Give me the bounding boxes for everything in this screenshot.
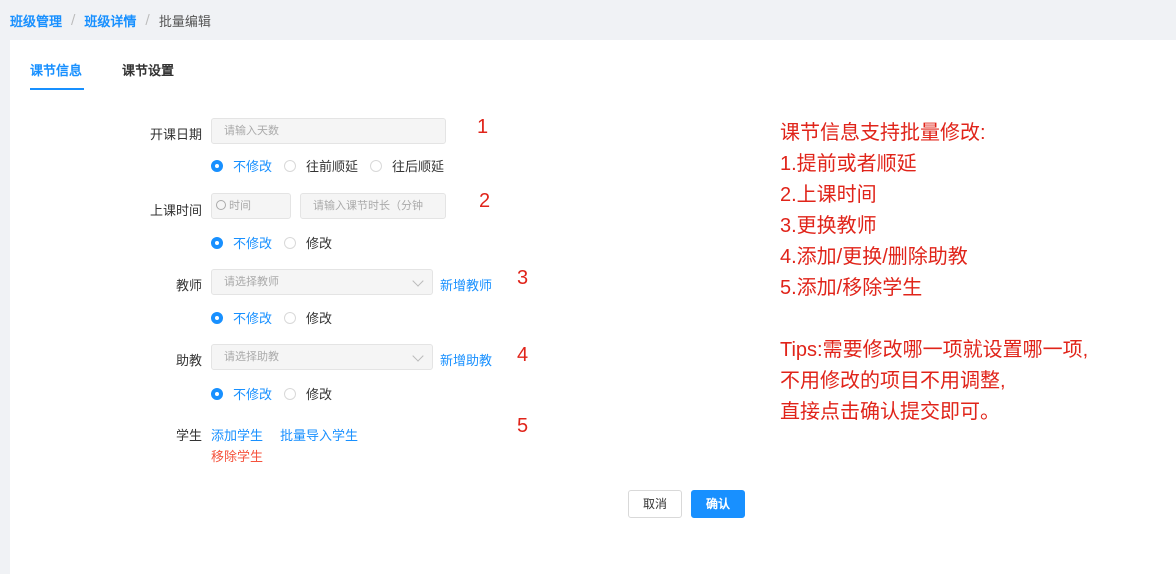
breadcrumb-separator: / xyxy=(145,12,150,28)
note-spacer xyxy=(780,304,1170,335)
annotation-4: 4 xyxy=(517,344,529,366)
breadcrumb-separator: / xyxy=(71,12,76,28)
radio-label-no-change[interactable]: 不修改 xyxy=(233,233,272,252)
note-line: 不用修改的项目不用调整, xyxy=(780,370,1006,392)
tab-lesson-settings[interactable]: 课节设置 xyxy=(122,60,174,79)
radio-no-change[interactable] xyxy=(211,159,223,172)
radio-no-change[interactable] xyxy=(211,311,223,324)
active-tab-indicator xyxy=(30,88,84,90)
clock-icon xyxy=(216,200,226,210)
radio-modify[interactable] xyxy=(284,311,297,324)
radio-label-no-change[interactable]: 不修改 xyxy=(233,308,272,327)
radio-label-no-change[interactable]: 不修改 xyxy=(233,156,272,175)
radio-label-backward[interactable]: 往后顺延 xyxy=(392,156,444,175)
class-time-label: 上课时间 xyxy=(149,204,202,219)
teacher-placeholder: 请选择教师 xyxy=(224,275,279,288)
assistant-placeholder: 请选择助教 xyxy=(224,350,279,363)
note-line: 4.添加/更换/删除助教 xyxy=(780,246,968,268)
note-line: 5.添加/移除学生 xyxy=(780,277,923,299)
annotation-note: 课节信息支持批量修改: 1.提前或者顺延 2.上课时间 3.更换教师 4.添加/… xyxy=(780,118,1170,428)
annotation-5: 5 xyxy=(517,415,529,437)
assistant-select[interactable]: 请选择助教 xyxy=(211,344,433,370)
note-line: 直接点击确认提交即可。 xyxy=(780,401,1000,423)
teacher-label: 教师 xyxy=(175,279,202,294)
remove-student-link[interactable]: 移除学生 xyxy=(211,446,263,465)
chevron-down-icon xyxy=(412,350,424,362)
radio-postpone-backward[interactable] xyxy=(370,159,383,172)
note-line: 课节信息支持批量修改: xyxy=(780,122,986,144)
add-teacher-link[interactable]: 新增教师 xyxy=(440,275,492,294)
annotation-3: 3 xyxy=(517,267,529,289)
annotation-2: 2 xyxy=(479,190,491,212)
annotation-1: 1 xyxy=(477,116,489,138)
radio-label-modify[interactable]: 修改 xyxy=(306,308,332,327)
batch-import-students-link[interactable]: 批量导入学生 xyxy=(280,425,358,444)
radio-modify[interactable] xyxy=(284,236,297,249)
start-date-input[interactable]: 请输入天数 xyxy=(211,118,446,144)
radio-label-no-change[interactable]: 不修改 xyxy=(233,384,272,403)
duration-input[interactable]: 请输入课节时长（分钟 xyxy=(300,193,446,219)
students-label: 学生 xyxy=(175,429,202,444)
teacher-select[interactable]: 请选择教师 xyxy=(211,269,433,295)
cancel-button[interactable]: 取消 xyxy=(628,490,682,518)
breadcrumb: 班级管理 / 班级详情 / 批量编辑 xyxy=(10,10,211,30)
add-student-link[interactable]: 添加学生 xyxy=(211,425,263,444)
class-time-radio-group: 不修改 修改 xyxy=(211,233,344,252)
note-line: 1.提前或者顺延 xyxy=(780,153,917,175)
assistant-label: 助教 xyxy=(175,354,202,369)
radio-no-change[interactable] xyxy=(211,236,223,249)
note-line: Tips:需要修改哪一项就设置哪一项, xyxy=(780,339,1089,361)
radio-no-change[interactable] xyxy=(211,387,223,400)
chevron-down-icon xyxy=(412,275,424,287)
class-time-input[interactable]: 时间 xyxy=(211,193,291,219)
radio-label-modify[interactable]: 修改 xyxy=(306,384,332,403)
assistant-radio-group: 不修改 修改 xyxy=(211,384,344,403)
confirm-button[interactable]: 确认 xyxy=(691,490,745,518)
radio-modify[interactable] xyxy=(284,387,297,400)
radio-label-modify[interactable]: 修改 xyxy=(306,233,332,252)
breadcrumb-class-management[interactable]: 班级管理 xyxy=(10,11,62,30)
time-placeholder: 时间 xyxy=(229,199,251,212)
radio-postpone-forward[interactable] xyxy=(284,159,297,172)
note-line: 3.更换教师 xyxy=(780,215,877,237)
add-assistant-link[interactable]: 新增助教 xyxy=(440,350,492,369)
tab-lesson-info[interactable]: 课节信息 xyxy=(30,60,82,79)
radio-label-forward[interactable]: 往前顺延 xyxy=(306,156,358,175)
note-line: 2.上课时间 xyxy=(780,184,877,206)
breadcrumb-current: 批量编辑 xyxy=(158,14,211,30)
teacher-radio-group: 不修改 修改 xyxy=(211,308,344,327)
start-date-radio-group: 不修改 往前顺延 往后顺延 xyxy=(211,156,456,175)
breadcrumb-class-detail[interactable]: 班级详情 xyxy=(84,11,136,30)
start-date-label: 开课日期 xyxy=(149,128,202,143)
